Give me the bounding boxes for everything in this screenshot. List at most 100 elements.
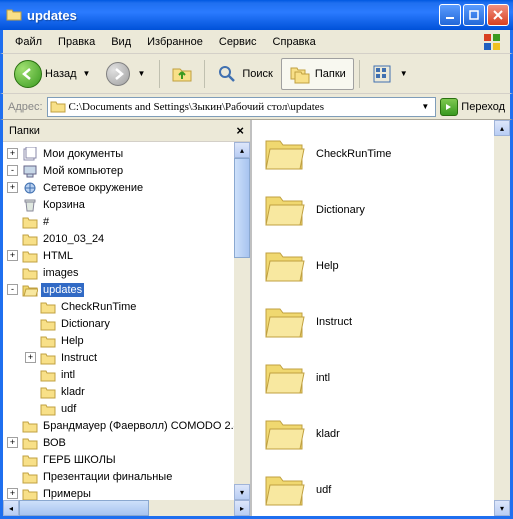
- chevron-down-icon[interactable]: ▼: [417, 102, 433, 111]
- scroll-down-icon[interactable]: ▾: [494, 500, 510, 516]
- maximize-button[interactable]: [463, 4, 485, 26]
- folder-icon: [22, 453, 38, 467]
- tree-item[interactable]: udf: [3, 400, 250, 417]
- chevron-down-icon: ▼: [397, 69, 411, 78]
- tree-item[interactable]: intl: [3, 366, 250, 383]
- expander-spacer: [7, 199, 18, 210]
- folder-icon: [262, 247, 306, 285]
- close-pane-icon[interactable]: ×: [236, 123, 244, 138]
- menu-tools[interactable]: Сервис: [211, 34, 265, 50]
- file-scrollbar[interactable]: ▴ ▾: [494, 120, 510, 516]
- folder-icon: [22, 436, 38, 450]
- tree-item[interactable]: Корзина: [3, 196, 250, 213]
- tree-scrollbar[interactable]: ▴ ▾: [234, 142, 250, 500]
- file-item[interactable]: Instruct: [256, 294, 506, 350]
- tree-item[interactable]: CheckRunTime: [3, 298, 250, 315]
- scroll-up-icon[interactable]: ▴: [234, 142, 250, 158]
- search-button[interactable]: Поиск: [210, 59, 278, 89]
- go-button[interactable]: Переход: [440, 98, 505, 116]
- tree-item[interactable]: + Сетевое окружение: [3, 179, 250, 196]
- folders-button[interactable]: Папки: [281, 58, 354, 90]
- folder-icon: [262, 135, 306, 173]
- tree-item[interactable]: + Примеры: [3, 485, 250, 500]
- tree-item[interactable]: Dictionary: [3, 315, 250, 332]
- file-item[interactable]: udf: [256, 462, 506, 516]
- back-button[interactable]: Назад ▼: [9, 57, 98, 91]
- expand-icon[interactable]: +: [25, 352, 36, 363]
- expander-spacer: [25, 335, 36, 346]
- scroll-down-icon[interactable]: ▾: [234, 484, 250, 500]
- menu-favorites[interactable]: Избранное: [139, 34, 211, 50]
- folder-icon: [40, 334, 56, 348]
- file-name: CheckRunTime: [316, 148, 391, 160]
- file-name: Dictionary: [316, 204, 365, 216]
- address-label: Адрес:: [8, 101, 43, 113]
- minimize-button[interactable]: [439, 4, 461, 26]
- tree-h-scrollbar[interactable]: ◂ ▸: [3, 500, 250, 516]
- file-item[interactable]: Help: [256, 238, 506, 294]
- file-list[interactable]: CheckRunTime Dictionary Help Instruct intl kl…: [252, 120, 510, 516]
- tree-item[interactable]: ГЕРБ ШКОЛЫ: [3, 451, 250, 468]
- folder-icon: [50, 100, 66, 114]
- forward-button[interactable]: ▼: [100, 58, 154, 90]
- expand-icon[interactable]: +: [7, 182, 18, 193]
- window-title: updates: [27, 8, 439, 23]
- tree-item[interactable]: -Мой компьютер: [3, 162, 250, 179]
- tree-item[interactable]: #: [3, 213, 250, 230]
- menu-file[interactable]: Файл: [7, 34, 50, 50]
- address-field[interactable]: ▼: [47, 97, 437, 117]
- up-button[interactable]: [165, 59, 199, 89]
- folder-icon: [22, 419, 38, 433]
- file-name: Instruct: [316, 316, 352, 328]
- tree-item[interactable]: -updates: [3, 281, 250, 298]
- file-item[interactable]: intl: [256, 350, 506, 406]
- tree-item[interactable]: 2010_03_24: [3, 230, 250, 247]
- tree-item-label: 2010_03_24: [41, 232, 106, 246]
- collapse-icon[interactable]: -: [7, 165, 18, 176]
- folder-icon: [22, 249, 38, 263]
- scroll-right-icon[interactable]: ▸: [234, 500, 250, 516]
- up-folder-icon: [171, 63, 193, 85]
- expand-icon[interactable]: +: [7, 250, 18, 261]
- tree-item[interactable]: kladr: [3, 383, 250, 400]
- expander-spacer: [7, 420, 18, 431]
- scroll-thumb[interactable]: [234, 158, 250, 258]
- tree-item[interactable]: +ВОВ: [3, 434, 250, 451]
- expander-spacer: [25, 369, 36, 380]
- tree-item[interactable]: +HTML: [3, 247, 250, 264]
- tree-item-label: Сетевое окружение: [41, 181, 145, 195]
- expand-icon[interactable]: +: [7, 148, 18, 159]
- file-item[interactable]: kladr: [256, 406, 506, 462]
- tree-item[interactable]: Брандмауер (Фаерволл) COMODO 2.4: [3, 417, 250, 434]
- expander-spacer: [7, 233, 18, 244]
- tree-item-label: Презентации финальные: [41, 470, 174, 484]
- menu-help[interactable]: Справка: [265, 34, 324, 50]
- scroll-up-icon[interactable]: ▴: [494, 120, 510, 136]
- tree-item[interactable]: +Мои документы: [3, 145, 250, 162]
- address-input[interactable]: [66, 101, 418, 113]
- expander-spacer: [25, 403, 36, 414]
- expander-spacer: [7, 267, 18, 278]
- tree-item-label: Примеры: [41, 487, 93, 501]
- views-button[interactable]: ▼: [365, 59, 417, 89]
- expand-icon[interactable]: +: [7, 437, 18, 448]
- file-item[interactable]: CheckRunTime: [256, 126, 506, 182]
- search-label: Поиск: [242, 68, 272, 80]
- tree-item-label: kladr: [59, 385, 87, 399]
- tree-item[interactable]: images: [3, 264, 250, 281]
- back-icon: [14, 60, 42, 88]
- tree-item[interactable]: +Instruct: [3, 349, 250, 366]
- folder-tree[interactable]: +Мои документы-Мой компьютер + Сетевое окр…: [3, 142, 250, 500]
- tree-item[interactable]: Презентации финальные: [3, 468, 250, 485]
- collapse-icon[interactable]: -: [7, 284, 18, 295]
- views-icon: [371, 63, 393, 85]
- file-item[interactable]: Dictionary: [256, 182, 506, 238]
- scroll-thumb[interactable]: [19, 500, 149, 516]
- menu-edit[interactable]: Правка: [50, 34, 103, 50]
- tree-item[interactable]: Help: [3, 332, 250, 349]
- file-name: kladr: [316, 428, 340, 440]
- expand-icon[interactable]: +: [7, 488, 18, 499]
- close-button[interactable]: [487, 4, 509, 26]
- menu-view[interactable]: Вид: [103, 34, 139, 50]
- scroll-left-icon[interactable]: ◂: [3, 500, 19, 516]
